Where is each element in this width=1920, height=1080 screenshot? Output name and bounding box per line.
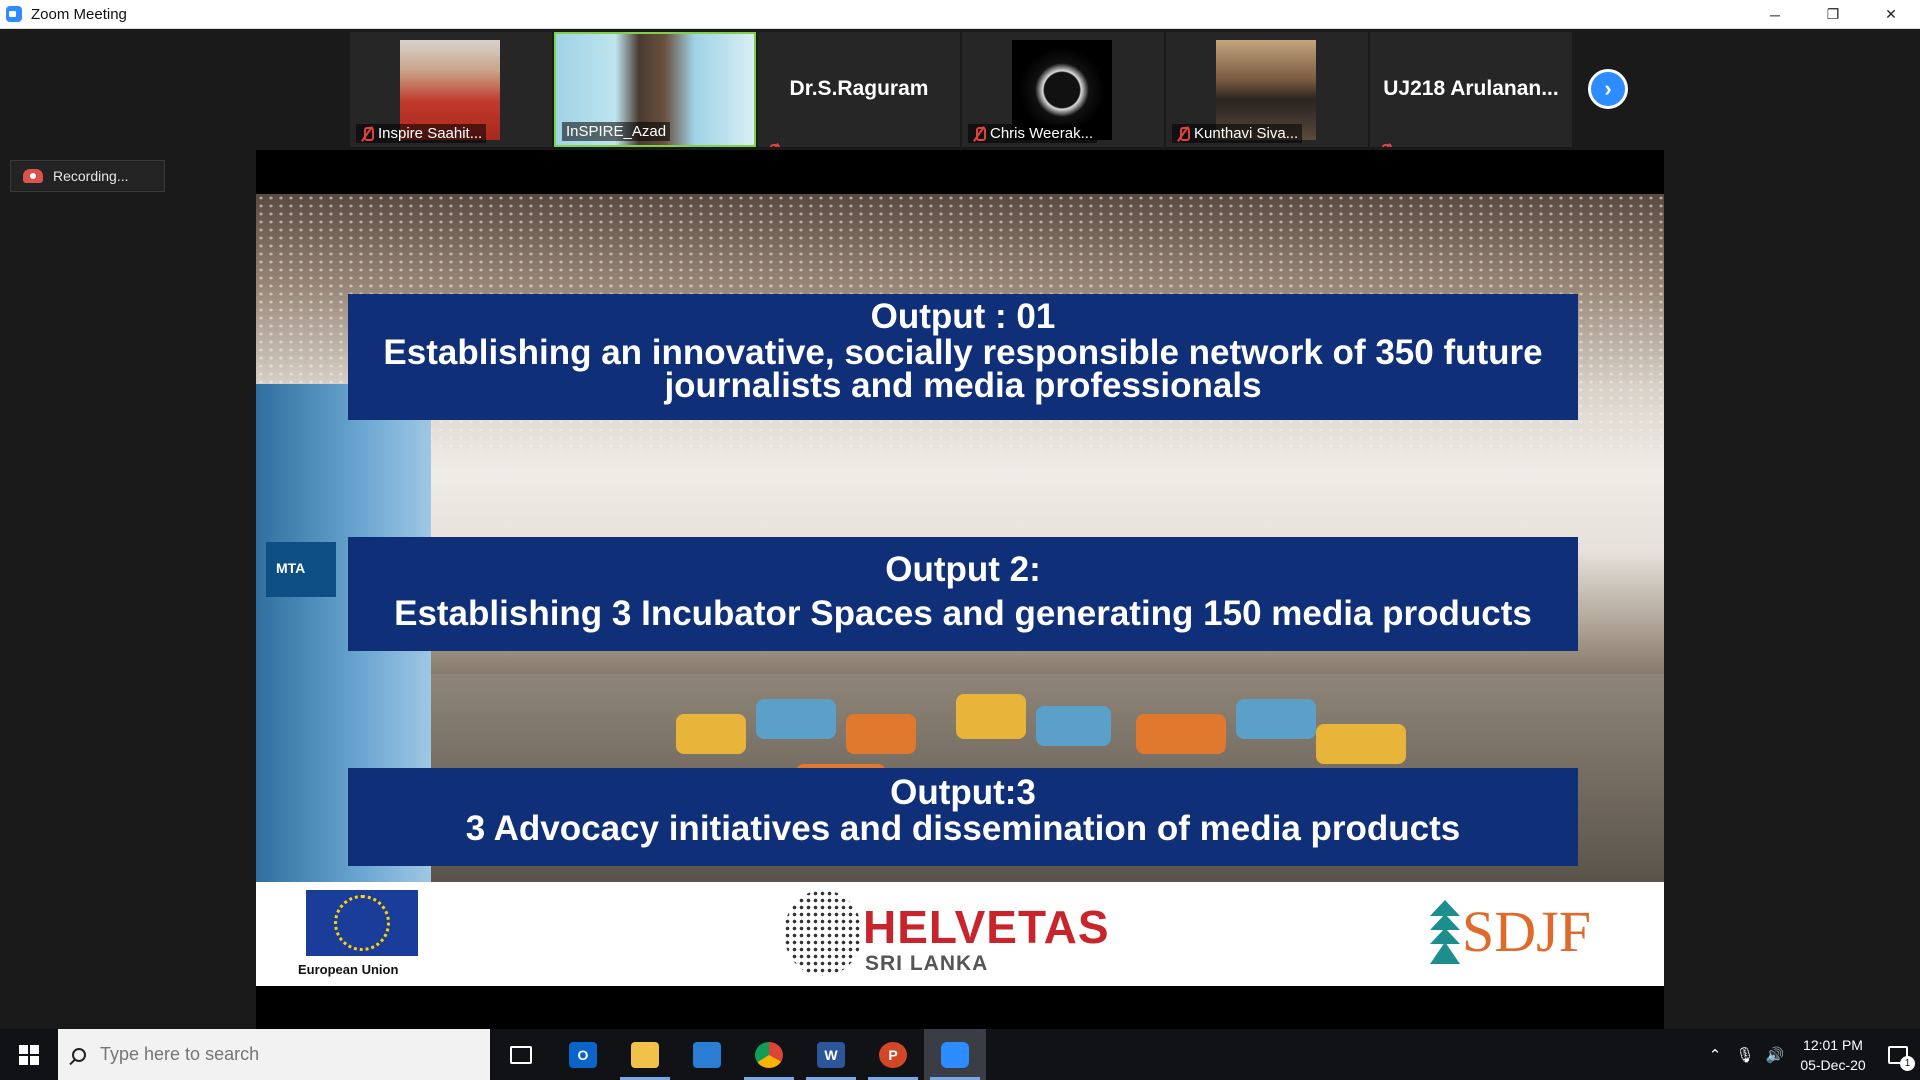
participant-tile[interactable]: Kunthavi Siva... xyxy=(1166,32,1368,147)
window-controls: ─ ❐ ✕ xyxy=(1746,0,1920,29)
taskbar-clock[interactable]: 12:01 PM 05-Dec-20 xyxy=(1790,1035,1876,1075)
helvetas-subtitle: SRI LANKA xyxy=(865,952,989,975)
word-taskbar-button[interactable]: W xyxy=(800,1029,862,1080)
output-1-title: Output : 01 xyxy=(870,297,1056,336)
participant-tile[interactable]: Inspire Saahit... xyxy=(350,32,552,147)
participant-name: Kunthavi Siva... xyxy=(1194,125,1299,142)
participant-tile[interactable]: InSPIRE_Azad xyxy=(554,32,756,147)
participant-name: UJ218 Arulanan... xyxy=(1383,77,1559,100)
task-view-icon xyxy=(510,1045,532,1064)
start-button[interactable] xyxy=(0,1029,58,1080)
participant-name: Dr.S.Raguram xyxy=(789,77,929,100)
window-title: Zoom Meeting xyxy=(31,5,127,23)
output-3-text: 3 Advocacy initiatives and dissemination… xyxy=(465,809,1461,848)
restore-button[interactable]: ❐ xyxy=(1804,0,1862,29)
folder-icon xyxy=(631,1041,659,1068)
presentation-slide: MTA Output : 01 Establishing an innovati… xyxy=(256,194,1664,986)
seat xyxy=(1036,706,1111,746)
clock-time: 12:01 PM xyxy=(1803,1036,1863,1053)
participant-strip: Inspire Saahit... InSPIRE_Azad Dr.S.Ragu… xyxy=(350,32,1572,147)
participant-name: InSPIRE_Azad xyxy=(566,123,667,140)
minimize-button[interactable]: ─ xyxy=(1746,0,1804,29)
zoom-app-icon xyxy=(6,6,22,22)
eu-stars-icon xyxy=(334,895,390,951)
mic-muted-icon xyxy=(360,126,374,142)
eu-label: European Union xyxy=(298,962,399,977)
output-2-title: Output 2: xyxy=(885,550,1041,589)
seat xyxy=(1136,714,1226,754)
close-button[interactable]: ✕ xyxy=(1862,0,1920,29)
windows-logo-icon xyxy=(19,1044,39,1065)
volume-icon[interactable]: 🔊 xyxy=(1760,1046,1790,1064)
participant-tile[interactable]: Chris Weerak... xyxy=(962,32,1164,147)
participant-tile[interactable]: Dr.S.Raguram xyxy=(758,32,960,147)
zoom-icon xyxy=(941,1041,969,1068)
helvetas-globe-logo xyxy=(784,890,862,976)
chevron-up-icon[interactable]: ⌃ xyxy=(1700,1046,1730,1064)
sdjf-logo-text: SDJF xyxy=(1462,899,1591,964)
output-1-text: Establishing an innovative, socially res… xyxy=(383,333,1543,372)
shared-screen: MTA Output : 01 Establishing an innovati… xyxy=(256,150,1664,1030)
participant-name: Chris Weerak... xyxy=(990,125,1094,142)
chrome-taskbar-button[interactable] xyxy=(738,1029,800,1080)
participant-tile[interactable]: UJ218 Arulanan... xyxy=(1370,32,1572,147)
sdjf-chevron-icon xyxy=(1430,900,1460,964)
search-input[interactable] xyxy=(100,1044,460,1065)
notification-icon: 1 xyxy=(1888,1045,1915,1071)
seat xyxy=(956,694,1026,739)
window-titlebar: Zoom Meeting ─ ❐ ✕ xyxy=(0,0,1920,29)
microphone-icon[interactable]: 🎙 xyxy=(1730,1046,1760,1064)
seat xyxy=(846,714,916,754)
powerpoint-taskbar-button[interactable]: P xyxy=(862,1029,924,1080)
system-tray: ⌃ 🎙 🔊 12:01 PM 05-Dec-20 1 xyxy=(1700,1029,1920,1080)
cloud-recording-icon xyxy=(23,169,43,183)
meeting-area: Inspire Saahit... InSPIRE_Azad Dr.S.Ragu… xyxy=(0,29,1920,1030)
word-icon: W xyxy=(817,1041,845,1068)
recording-indicator[interactable]: Recording... xyxy=(10,160,165,192)
seat xyxy=(1236,699,1316,739)
chrome-icon xyxy=(755,1041,783,1068)
file-explorer-taskbar-button[interactable] xyxy=(614,1029,676,1080)
action-center-button[interactable]: 1 xyxy=(1876,1045,1920,1071)
recording-label: Recording... xyxy=(53,168,129,184)
mic-muted-icon xyxy=(1176,126,1190,142)
zoom-taskbar-button[interactable] xyxy=(924,1029,986,1080)
participant-name: Inspire Saahit... xyxy=(378,125,483,142)
next-page-chevron-icon[interactable]: › xyxy=(1588,69,1628,109)
mail-icon xyxy=(693,1041,721,1068)
helvetas-logo-text: HELVETAS xyxy=(863,901,1110,953)
output-3-title: Output:3 xyxy=(890,773,1036,812)
task-view-button[interactable] xyxy=(490,1029,552,1080)
mta-sign: MTA xyxy=(266,542,336,597)
taskbar-search[interactable] xyxy=(58,1029,490,1080)
output-2-banner: Output 2: Establishing 3 Incubator Space… xyxy=(348,537,1578,651)
output-2-text: Establishing 3 Incubator Spaces and gene… xyxy=(394,594,1532,633)
powerpoint-icon: P xyxy=(879,1041,907,1068)
output-1-banner: Output : 01 Establishing an innovative, … xyxy=(348,294,1578,420)
clock-date: 05-Dec-20 xyxy=(1800,1056,1866,1073)
outlook-icon: O xyxy=(569,1041,597,1068)
seat xyxy=(756,699,836,739)
eu-flag-logo xyxy=(306,890,418,956)
output-3-banner: Output:3 3 Advocacy initiatives and diss… xyxy=(348,768,1578,866)
outlook-taskbar-button[interactable]: O xyxy=(552,1029,614,1080)
windows-taskbar: O W P ⌃ 🎙 🔊 12:01 PM 05-Dec-20 1 xyxy=(0,1029,1920,1080)
output-1-text: journalists and media professionals xyxy=(664,366,1262,405)
seat xyxy=(1316,724,1406,764)
search-icon xyxy=(72,1047,86,1062)
seat xyxy=(676,714,746,754)
notification-count: 1 xyxy=(1900,1055,1915,1071)
logo-footer: European Union HELVETAS SRI LANKA SDJF xyxy=(256,882,1664,986)
mail-taskbar-button[interactable] xyxy=(676,1029,738,1080)
mic-muted-icon xyxy=(972,126,986,142)
